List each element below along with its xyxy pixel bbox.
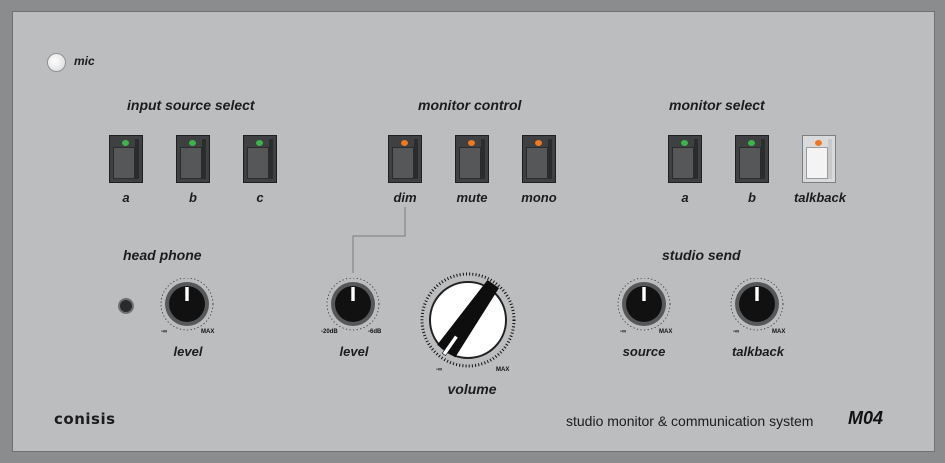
- source-knob[interactable]: [615, 278, 675, 334]
- source-label: source: [622, 344, 666, 359]
- led-indicator-icon: [401, 140, 408, 146]
- mic-label: mic: [74, 54, 95, 68]
- monitor-b-button[interactable]: [735, 135, 769, 183]
- dim-level-min: -20dB: [321, 329, 338, 335]
- led-indicator-icon: [122, 140, 129, 146]
- monitor-b-label: b: [748, 190, 756, 205]
- talkback-send-label: talkback: [731, 344, 785, 359]
- dim-button[interactable]: [388, 135, 422, 183]
- monitor-a-button[interactable]: [668, 135, 702, 183]
- talkback-send-min: -∞: [733, 329, 740, 335]
- led-indicator-icon: [748, 140, 755, 146]
- studio-send-title: studio send: [662, 247, 741, 263]
- product-subtitle: studio monitor & communication system: [566, 413, 814, 429]
- mute-label: mute: [456, 190, 488, 205]
- input-b-button[interactable]: [176, 135, 210, 183]
- mic-light-icon: [47, 53, 66, 72]
- input-source-select-title: input source select: [127, 97, 255, 113]
- source-max: MAX: [659, 329, 673, 335]
- headphone-jack-icon[interactable]: [118, 298, 134, 314]
- led-indicator-icon: [815, 140, 822, 146]
- talkback-send-max: MAX: [772, 329, 786, 335]
- led-indicator-icon: [256, 140, 263, 146]
- led-indicator-icon: [535, 140, 542, 146]
- input-a-label: a: [122, 190, 130, 205]
- headphone-level-min: -∞: [161, 329, 168, 335]
- volume-knob[interactable]: [418, 272, 518, 368]
- talkback-button[interactable]: [802, 135, 836, 183]
- volume-max: MAX: [496, 367, 510, 373]
- headphone-level-max: MAX: [201, 329, 215, 335]
- talkback-label: talkback: [793, 190, 847, 205]
- head-phone-title: head phone: [123, 247, 202, 263]
- source-min: -∞: [620, 329, 627, 335]
- input-b-label: b: [189, 190, 197, 205]
- mono-button[interactable]: [522, 135, 556, 183]
- led-indicator-icon: [189, 140, 196, 146]
- input-c-button[interactable]: [243, 135, 277, 183]
- dim-level-knob[interactable]: [324, 278, 384, 334]
- volume-label: volume: [447, 381, 497, 397]
- input-a-button[interactable]: [109, 135, 143, 183]
- led-indicator-icon: [681, 140, 688, 146]
- brand-logo: conisis: [54, 410, 116, 428]
- dim-link-line: [352, 207, 406, 273]
- mute-button[interactable]: [455, 135, 489, 183]
- input-c-label: c: [256, 190, 264, 205]
- model-number: M04: [848, 408, 884, 428]
- monitor-control-title: monitor control: [418, 97, 522, 113]
- monitor-select-title: monitor select: [669, 97, 765, 113]
- headphone-level-knob[interactable]: [158, 278, 218, 334]
- dim-label: dim: [393, 190, 417, 205]
- dim-level-label: level: [339, 344, 369, 359]
- led-indicator-icon: [468, 140, 475, 146]
- volume-min: -∞: [436, 367, 443, 373]
- talkback-send-knob[interactable]: [728, 278, 788, 334]
- mono-label: mono: [521, 190, 557, 205]
- monitor-a-label: a: [681, 190, 689, 205]
- dim-level-max: -6dB: [368, 329, 382, 335]
- headphone-level-label: level: [173, 344, 203, 359]
